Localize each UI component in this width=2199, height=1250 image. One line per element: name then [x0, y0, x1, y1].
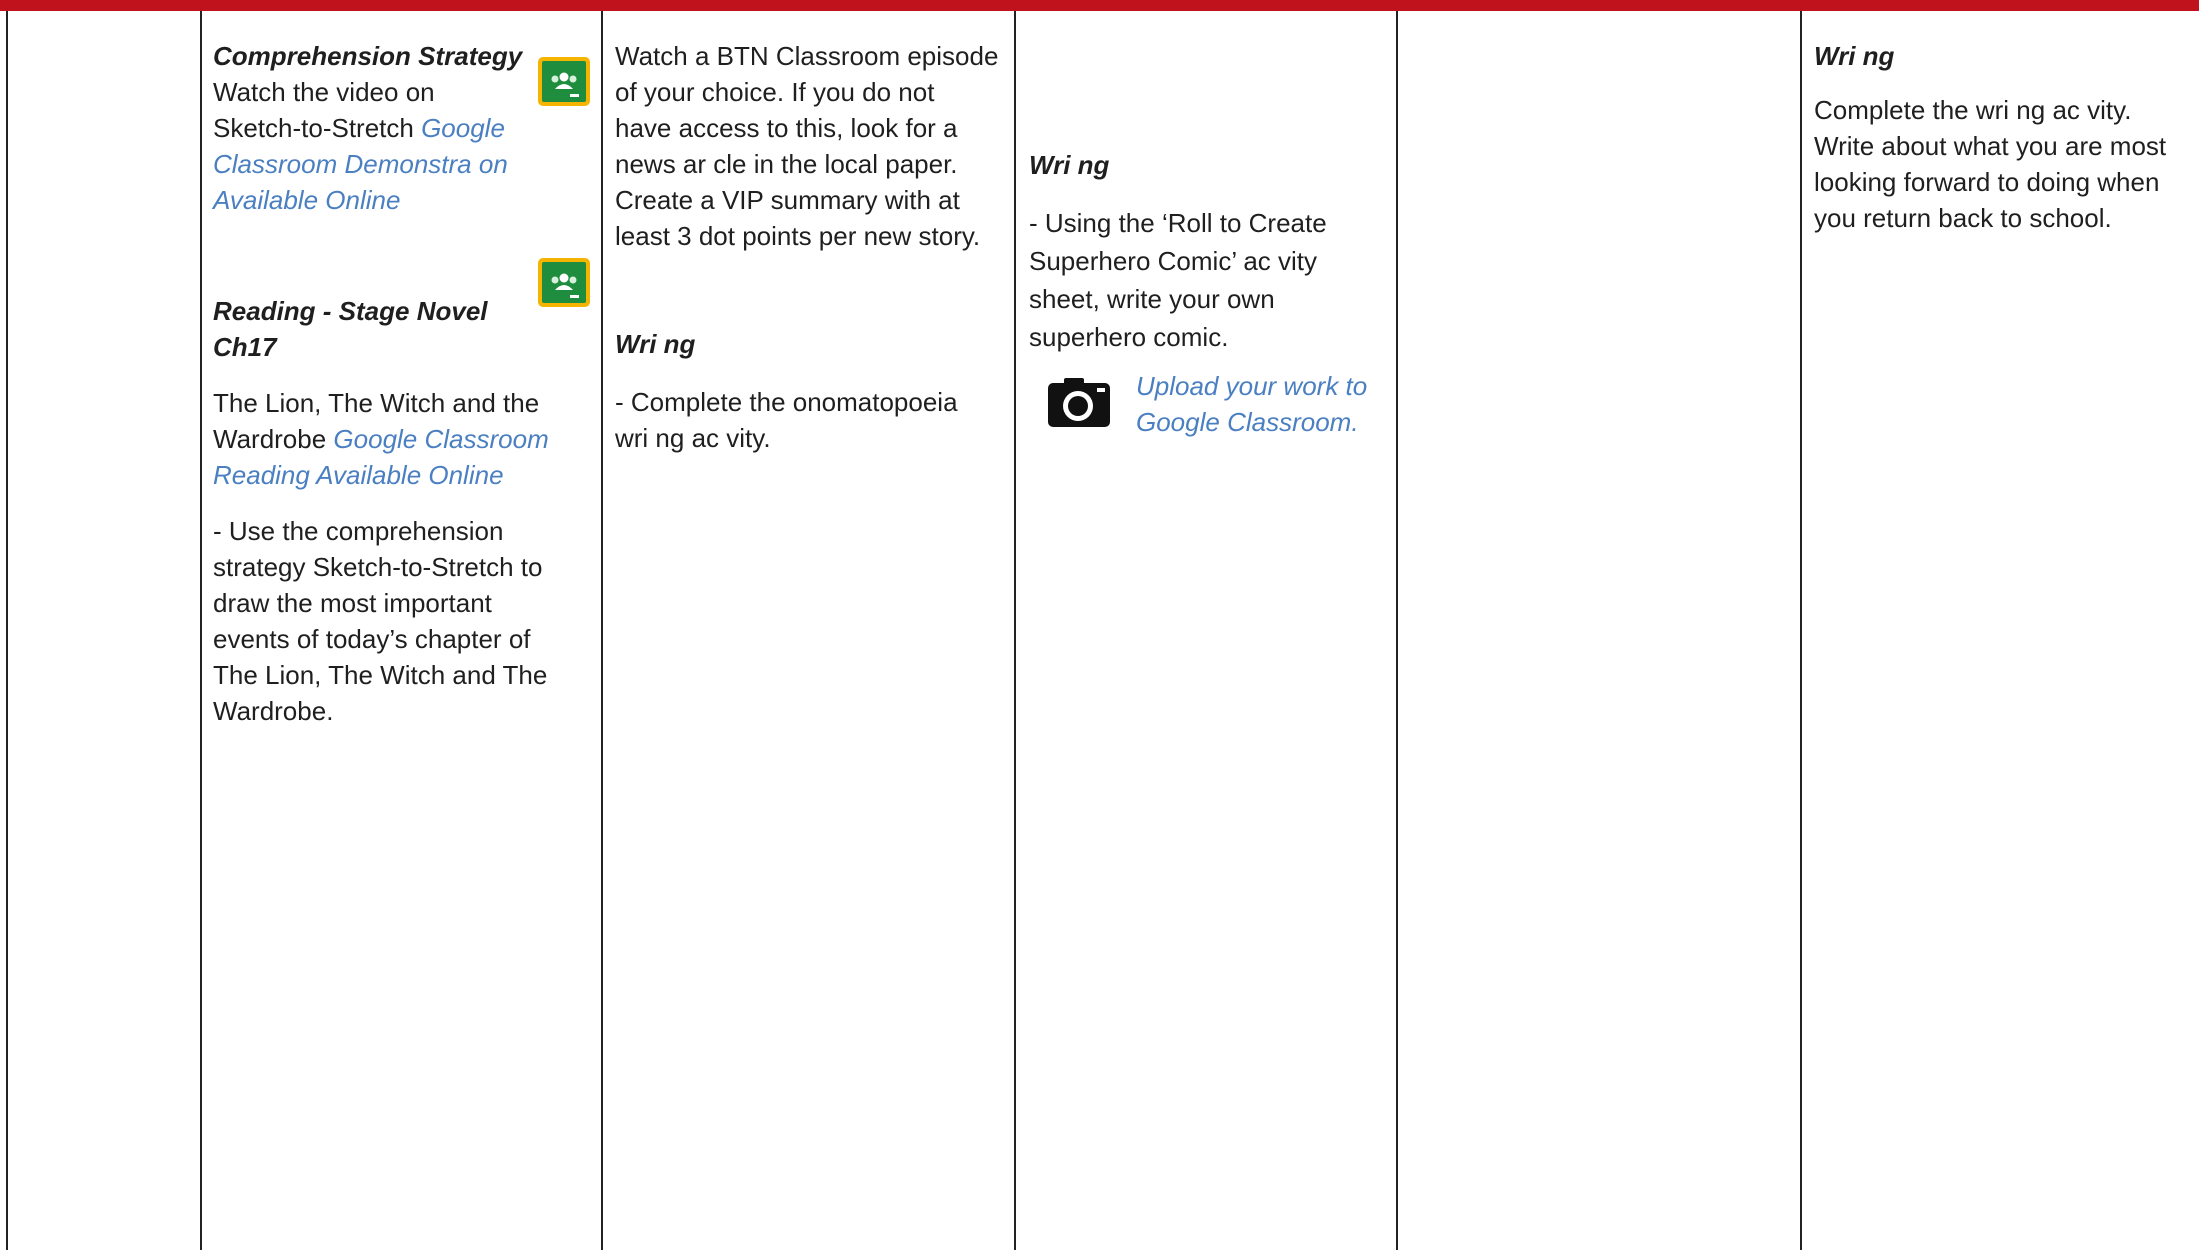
final-writing-instructions: Complete the wri ng ac vity. Write about…	[1814, 92, 2194, 236]
cell-empty	[1412, 11, 1792, 1241]
column-divider-2	[601, 11, 603, 1250]
reading-link[interactable]: Reading Available Online	[213, 457, 593, 493]
comprehension-heading: Comprehension Strategy	[213, 41, 523, 71]
instruction-line: least 3 dot points per new story.	[615, 221, 981, 251]
google-classroom-icon[interactable]	[538, 57, 590, 106]
instruction-line: sheet, write your own	[1029, 284, 1275, 314]
instruction-line: - Use the comprehension	[213, 516, 504, 546]
reading-link[interactable]: Google Classroom	[333, 424, 548, 454]
writing-heading: Wri ng	[1029, 150, 1110, 180]
writing-instructions: - Complete the onomatopoeia wri ng ac vi…	[615, 384, 1010, 456]
table-border-left	[6, 11, 8, 1250]
upload-link-line[interactable]: Google Classroom.	[1136, 404, 1396, 440]
column-divider-3	[1014, 11, 1016, 1250]
google-classroom-icon[interactable]	[538, 258, 590, 307]
camera-icon	[1048, 378, 1110, 427]
instruction-line: have access to this, look for a	[615, 113, 958, 143]
instruction-line: - Using the ‘Roll to Create	[1029, 208, 1327, 238]
header-bar	[0, 0, 2199, 11]
reading-text: Wardrobe Google Classroom	[213, 421, 593, 457]
upload-link[interactable]: Upload your work to Google Classroom.	[1136, 368, 1396, 440]
instruction-line: draw the most important	[213, 588, 492, 618]
instruction-line: Write about what you are most	[1814, 131, 2167, 161]
instruction-line: strategy Sketch-to-Stretch to	[213, 552, 543, 582]
instruction-line: news ar cle in the local paper.	[615, 149, 958, 179]
writing-heading: Wri ng	[1814, 41, 1895, 71]
writing-heading: Wri ng	[615, 329, 696, 359]
instruction-line: of your choice. If you do not	[615, 77, 935, 107]
demonstration-link[interactable]: Available Online	[213, 182, 593, 218]
instruction-line: Watch a BTN Classroom episode	[615, 41, 999, 71]
demonstration-link[interactable]: Google	[421, 113, 505, 143]
reading-heading: Ch17	[213, 332, 277, 362]
column-divider-5	[1800, 11, 1802, 1250]
instruction-line: events of today’s chapter of	[213, 624, 531, 654]
demonstration-link[interactable]: Classroom Demonstra on	[213, 146, 593, 182]
sketch-instructions: - Use the comprehension strategy Sketch-…	[213, 513, 593, 729]
comprehension-text: Sketch-to-Stretch	[213, 113, 422, 143]
instruction-line: you return back to school.	[1814, 203, 2112, 233]
instruction-line: wri ng ac vity.	[615, 423, 771, 453]
column-divider-4	[1396, 11, 1398, 1250]
instruction-line: Complete the wri ng ac vity.	[1814, 95, 2132, 125]
reading-heading: Reading - Stage Novel	[213, 296, 488, 326]
superhero-instructions: - Using the ‘Roll to Create Superhero Co…	[1029, 204, 1389, 356]
instruction-line: looking forward to doing when	[1814, 167, 2160, 197]
upload-link-line[interactable]: Upload your work to	[1136, 368, 1396, 404]
instruction-line: Create a VIP summary with at	[615, 185, 960, 215]
btn-instructions: Watch a BTN Classroom episode of your ch…	[615, 38, 1010, 254]
column-divider-1	[200, 11, 202, 1250]
comprehension-line: Sketch-to-Stretch Google	[213, 110, 593, 146]
reading-text: The Lion, The Witch and the	[213, 388, 540, 418]
instruction-line: The Lion, The Witch and The	[213, 660, 548, 690]
instruction-line: superhero comic.	[1029, 322, 1229, 352]
instruction-line: Superhero Comic’ ac vity	[1029, 246, 1318, 276]
instruction-line: Wardrobe.	[213, 696, 334, 726]
instruction-line: - Complete the onomatopoeia	[615, 387, 958, 417]
comprehension-line: Watch the video on	[213, 77, 435, 107]
reading-text-part: Wardrobe	[213, 424, 334, 454]
